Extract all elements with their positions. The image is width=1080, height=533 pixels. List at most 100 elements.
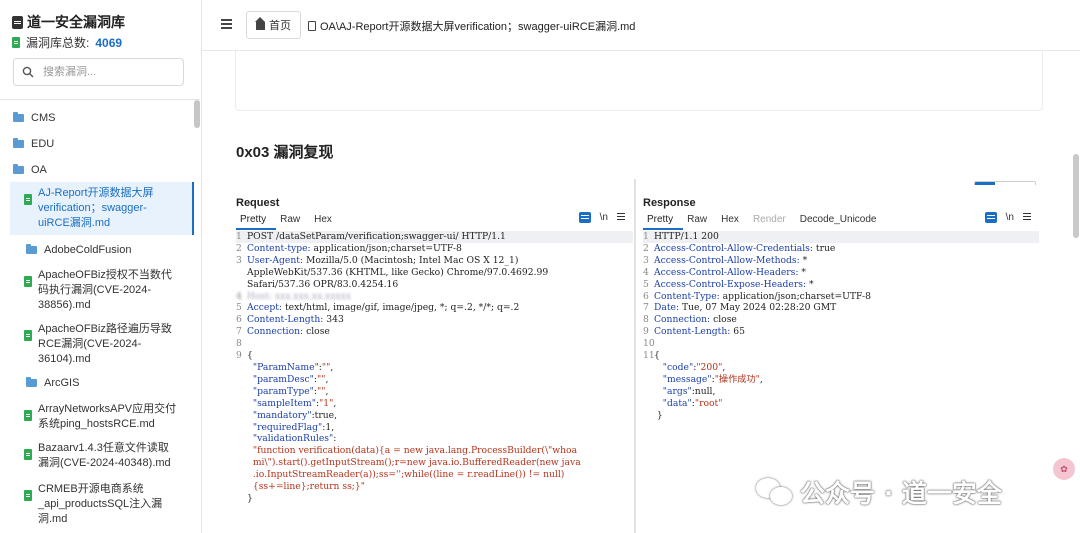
code-line: } bbox=[247, 492, 253, 504]
menu-icon[interactable] bbox=[617, 213, 625, 222]
home-button[interactable]: 首页 bbox=[246, 11, 301, 39]
tab-decode-unicode[interactable]: Decode_Unicode bbox=[796, 214, 887, 230]
code-line: "ParamName":"", bbox=[252, 361, 334, 373]
tree-item-arraynetworks[interactable]: ArrayNetworksAPV应用交付系统ping_hostsRCE.md bbox=[24, 402, 194, 432]
code-line: 6 Content-Type: application/json;charset=… bbox=[643, 290, 871, 302]
code-line: {ss+=line};return ss;}" bbox=[252, 481, 365, 493]
request-code: 1 POST /dataSetParam/verification;swagger… bbox=[236, 231, 633, 505]
code-line: "data":"root" bbox=[662, 397, 723, 409]
newline-icon[interactable]: \n bbox=[1006, 212, 1014, 223]
home-label: 首页 bbox=[269, 20, 291, 32]
folder-icon bbox=[13, 164, 24, 174]
file-icon bbox=[12, 37, 20, 48]
menu-icon[interactable] bbox=[1023, 213, 1031, 222]
code-line: "args":null, bbox=[662, 385, 716, 397]
section-title: 0x03 漏洞复现 bbox=[236, 144, 334, 161]
vuln-count-label: 漏洞库总数: bbox=[26, 36, 90, 50]
tree-item-bazaar[interactable]: Bazaarv1.4.3任意文件读取漏洞(CVE-2024-40348).md bbox=[24, 441, 194, 471]
code-line: 5 Accept: text/html, image/gif, image/jpe… bbox=[236, 302, 520, 314]
divider bbox=[0, 99, 200, 100]
floating-assistant-icon[interactable]: ✿ bbox=[1053, 458, 1075, 480]
code-line: 7 Connection: close bbox=[236, 326, 330, 338]
tree-item-label: ArrayNetworksAPV应用交付系统ping_hostsRCE.md bbox=[38, 403, 177, 430]
request-tools: \n bbox=[578, 212, 625, 223]
home-icon bbox=[255, 17, 265, 30]
tree-item-label: Bazaarv1.4.3任意文件读取漏洞(CVE-2024-40348).md bbox=[38, 442, 171, 469]
code-line: .io.InputStreamReader(a));ss='';while((l… bbox=[252, 469, 565, 481]
tree-item-aj-report[interactable]: AJ-Report开源数据大屏verification；swagger-uiRC… bbox=[10, 182, 194, 235]
code-line: 4 Access-Control-Allow-Headers: * bbox=[643, 266, 807, 278]
folder-label: CMS bbox=[31, 112, 56, 124]
folder-label: ArcGIS bbox=[44, 377, 80, 389]
sidebar: 道一安全漏洞库 漏洞库总数: 4069 CMS EDU OA AJ-Report… bbox=[0, 0, 202, 533]
vuln-count-value: 4069 bbox=[95, 35, 123, 50]
code-line: "paramType":"", bbox=[252, 385, 329, 397]
folder-icon bbox=[13, 138, 24, 148]
tab-hex[interactable]: Hex bbox=[717, 214, 749, 230]
code-line: 9 Content-Length: 65 bbox=[643, 326, 745, 338]
folder-adobecoldfusion[interactable]: AdobeColdFusion bbox=[26, 244, 131, 256]
code-line: mi\").start().getInputStream();r=new jav… bbox=[252, 457, 581, 469]
folder-arcgis[interactable]: ArcGIS bbox=[26, 377, 79, 389]
watermark-text: 公众号 · 道一安全 bbox=[800, 479, 1002, 508]
main-content: 0x03 漏洞复现 Request Pretty Raw Hex \n 1 POS… bbox=[202, 51, 1080, 533]
code-line: 1 HTTP/1.1 200 bbox=[643, 231, 1039, 243]
code-line: 2 Access-Control-Allow-Credentials: true bbox=[643, 242, 836, 254]
code-line: 5 Access-Control-Expose-Headers: * bbox=[643, 278, 814, 290]
tab-raw[interactable]: Raw bbox=[683, 214, 717, 230]
code-line: 2 Content-type: application/json;charset=… bbox=[236, 242, 462, 254]
sidebar-brand[interactable]: 道一安全漏洞库 bbox=[12, 12, 125, 32]
tab-render[interactable]: Render bbox=[749, 214, 796, 230]
code-line: AppleWebKit/537.36 (KHTML, like Gecko) C… bbox=[247, 266, 549, 278]
tree-item-ofbiz-2[interactable]: ApacheOFBiz路径遍历导致RCE漏洞(CVE-2024-36104).m… bbox=[24, 322, 194, 367]
code-line: "code":"200", bbox=[662, 361, 726, 373]
folder-oa[interactable]: OA bbox=[13, 164, 47, 176]
document-icon bbox=[308, 21, 316, 31]
main-scrollbar[interactable] bbox=[1073, 154, 1079, 238]
tab-hex[interactable]: Hex bbox=[310, 214, 342, 230]
code-line: 9{ bbox=[236, 350, 253, 362]
breadcrumb-path: OA\AJ-Report开源数据大屏verification；swagger-u… bbox=[320, 21, 636, 33]
folder-icon bbox=[13, 112, 24, 122]
file-icon bbox=[24, 410, 32, 421]
search-box[interactable] bbox=[13, 58, 184, 86]
menu-icon[interactable] bbox=[221, 19, 232, 29]
tree-item-ofbiz-1[interactable]: ApacheOFBiz授权不当数代码执行漏洞(CVE-2024-38856).m… bbox=[24, 268, 194, 313]
wrap-lines-icon[interactable] bbox=[984, 212, 997, 223]
search-icon bbox=[22, 66, 34, 78]
request-title: Request bbox=[236, 197, 280, 209]
folder-edu[interactable]: EDU bbox=[13, 138, 54, 150]
file-icon bbox=[24, 449, 32, 460]
code-line: "requiredFlag":1, bbox=[252, 421, 335, 433]
code-line: 1 POST /dataSetParam/verification;swagger… bbox=[236, 231, 633, 243]
wrap-lines-icon[interactable] bbox=[578, 212, 591, 223]
response-tabs: Pretty Raw Hex Render Decode_Unicode bbox=[643, 214, 886, 230]
tab-raw[interactable]: Raw bbox=[276, 214, 310, 230]
folder-label: AdobeColdFusion bbox=[44, 244, 132, 256]
vuln-count: 漏洞库总数: 4069 bbox=[12, 34, 122, 51]
book-icon bbox=[12, 15, 23, 29]
tab-pretty[interactable]: Pretty bbox=[643, 214, 684, 230]
folder-cms[interactable]: CMS bbox=[13, 112, 55, 124]
code-line: 3 User-Agent: Mozilla/5.0 (Macintosh; Int… bbox=[236, 254, 519, 266]
tab-pretty[interactable]: Pretty bbox=[236, 214, 277, 230]
search-input[interactable] bbox=[41, 65, 165, 79]
wechat-logo-icon bbox=[756, 478, 792, 506]
sidebar-scrollbar[interactable] bbox=[194, 100, 200, 128]
wechat-watermark: 公众号 · 道一安全 bbox=[756, 474, 1002, 510]
request-tabs: Pretty Raw Hex bbox=[236, 214, 342, 230]
code-line: 6 Content-Length: 343 bbox=[236, 314, 344, 326]
folder-icon bbox=[26, 244, 37, 254]
request-panel: Request Pretty Raw Hex \n 1 POST /dataSet… bbox=[236, 185, 633, 533]
code-line: "sampleItem":"1", bbox=[252, 397, 337, 409]
folder-label: EDU bbox=[31, 138, 55, 150]
code-line: 7 Date: Tue, 07 May 2024 02:28:20 GMT bbox=[643, 302, 837, 314]
code-line: 11{ bbox=[643, 350, 660, 362]
panel-divider[interactable] bbox=[634, 179, 636, 533]
code-line: 3 Access-Control-Allow-Methods: * bbox=[643, 254, 808, 266]
code-line-redacted: 4 Host: xxx.xxx.xx.xxxxx bbox=[236, 290, 352, 302]
tree-item-crmeb[interactable]: CRMEB开源电商系统_api_productsSQL注入漏洞.md bbox=[24, 482, 194, 527]
newline-icon[interactable]: \n bbox=[600, 212, 608, 223]
tree-item-label: AJ-Report开源数据大屏verification；swagger-uiRC… bbox=[38, 187, 154, 229]
code-line: 10 bbox=[643, 338, 655, 350]
